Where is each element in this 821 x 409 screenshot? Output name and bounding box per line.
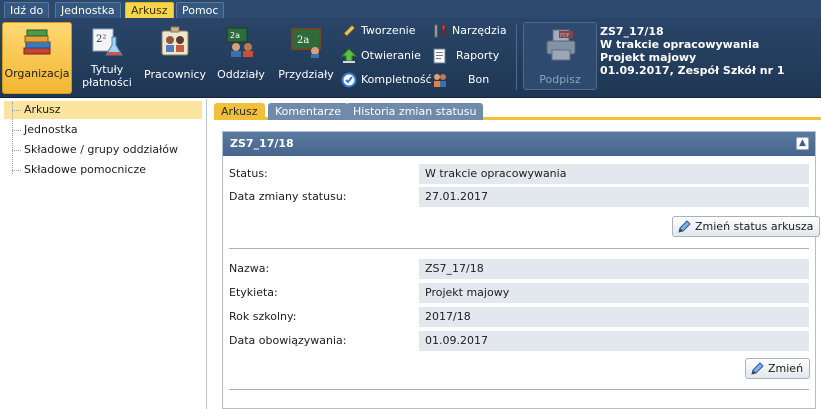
tab-historia-zmian-statusu[interactable]: Historia zmian statusu (346, 103, 484, 120)
ribbon-toolbar: Organizacja 2² Tytuły płatności Pracowni… (0, 18, 821, 98)
status-change-date-value: 27.01.2017 (419, 187, 809, 207)
pencil-icon (678, 220, 691, 233)
school-year-value: 2017/18 (419, 307, 809, 327)
svg-text:2a: 2a (230, 31, 240, 40)
change-button-label: Zmień (768, 362, 804, 375)
tag-label: Etykieta: (229, 286, 278, 299)
tree-connector (12, 102, 13, 174)
organizacja-button[interactable]: Organizacja (2, 22, 72, 94)
tree-connector (12, 150, 21, 151)
oddzialy-button[interactable]: 2a Oddziały (212, 22, 270, 94)
effective-date-label: Data obowiązywania: (229, 334, 347, 347)
tab-arkusz[interactable]: Arkusz (214, 103, 265, 120)
menu-tab-idz-do[interactable]: Idź do (4, 2, 50, 18)
otwieranie-button[interactable]: Otwieranie (341, 47, 425, 65)
status-label: Status: (229, 167, 268, 180)
svg-text:2²: 2² (96, 34, 106, 45)
pencil-icon (751, 362, 764, 375)
svg-text:PDF: PDF (560, 33, 570, 39)
svg-text:2a: 2a (297, 35, 309, 46)
doc-info-date-school: 01.09.2017, Zespół Szkół nr 1 (600, 64, 785, 77)
document-info: ZS7_17/18 W trakcie opracowywania Projek… (600, 25, 784, 77)
tree-item-skladowe-grupy-oddzialow[interactable]: Składowe / grupy oddziałów (4, 141, 202, 159)
collapse-icon[interactable]: ▲ (796, 137, 809, 150)
panel-header: ZS7_17/18 ▲ (223, 132, 815, 156)
pracownicy-button[interactable]: Pracownicy (144, 22, 206, 94)
tag-value: Projekt majowy (419, 283, 809, 303)
tree-item-arkusz[interactable]: Arkusz (4, 101, 202, 119)
tree-connector (12, 110, 21, 111)
change-sheet-status-button[interactable]: Zmień status arkusza (672, 216, 821, 237)
name-label: Nazwa: (229, 262, 270, 275)
change-button[interactable]: Zmień (745, 358, 811, 379)
ribbon-separator (516, 24, 517, 90)
menu-tab-jednostka[interactable]: Jednostka (55, 2, 121, 18)
doc-info-label: Projekt majowy (600, 51, 697, 64)
menu-tab-arkusz[interactable]: Arkusz (125, 2, 174, 18)
arkusz-panel: ZS7_17/18 ▲ Status: W trakcie opracowywa… (222, 131, 821, 409)
tree-connector (12, 130, 21, 131)
books-icon (23, 29, 51, 55)
otwieranie-label: Otwieranie (361, 49, 421, 62)
tree-item-jednostka[interactable]: Jednostka (4, 121, 202, 139)
bon-button[interactable]: Bon (432, 71, 512, 89)
school-year-label: Rok szkolny: (229, 310, 297, 323)
status-value: W trakcie opracowywania (419, 164, 809, 184)
pdf-printer-icon: PDF (546, 29, 576, 61)
kompletnosc-label: Kompletność (361, 73, 432, 86)
tytuly-platnosci-button[interactable]: 2² Tytuły płatności (78, 22, 136, 94)
doc-info-code: ZS7_17/18 (600, 25, 664, 38)
section-divider (229, 389, 809, 390)
staff-board-icon (161, 26, 189, 56)
oddzialy-label: Oddziały (217, 68, 265, 81)
top-menu-bar: Idź do Jednostka Arkusz Pomoc (0, 0, 821, 18)
organizacja-label: Organizacja (4, 67, 70, 80)
podpisz-label: Podpisz (539, 73, 581, 86)
bon-label: Bon (468, 73, 490, 86)
status-change-date-label: Data zmiany statusu: (229, 190, 347, 203)
menu-tab-pomoc[interactable]: Pomoc (176, 2, 225, 18)
podpisz-button[interactable]: PDF Podpisz (523, 22, 597, 90)
change-sheet-status-label: Zmień status arkusza (695, 220, 814, 233)
tree-connector (12, 170, 21, 171)
pencil-icon (342, 24, 356, 38)
content-tab-bar: Arkusz Komentarze Historia zmian statusu (214, 101, 821, 120)
doc-info-status: W trakcie opracowywania (600, 38, 760, 51)
pracownicy-label: Pracownicy (144, 68, 207, 81)
przydzialy-label: Przydziały (278, 68, 334, 81)
report-icon (433, 48, 446, 64)
kompletnosc-button[interactable]: Kompletność (341, 71, 432, 89)
tree-item-skladowe-pomocnicze[interactable]: Składowe pomocnicze (4, 161, 202, 179)
chalkboard-icon: 2a (291, 28, 321, 58)
people-icon (434, 74, 446, 87)
students-icon: 2a (226, 27, 253, 57)
tworzenie-label: Tworzenie (361, 24, 416, 37)
tools-icon (434, 24, 446, 38)
narzedzia-label: Narzędzia (452, 24, 507, 37)
raporty-button[interactable]: Raporty (432, 47, 512, 65)
narzedzia-button[interactable]: Narzędzia (432, 22, 512, 40)
przydzialy-button[interactable]: 2a Przydziały (276, 22, 336, 94)
tworzenie-button[interactable]: Tworzenie (341, 22, 425, 40)
effective-date-value: 01.09.2017 (419, 331, 809, 351)
formula-flask-icon: 2² (92, 28, 123, 56)
green-arrow-up-icon (341, 48, 357, 63)
raporty-label: Raporty (456, 49, 500, 62)
tytuly-platnosci-text: Tytuły płatności (82, 63, 132, 89)
tytuly-platnosci-label: Tytuły płatności (78, 63, 136, 89)
navigation-tree: Arkusz Jednostka Składowe / grupy oddzia… (0, 99, 207, 409)
tab-komentarze[interactable]: Komentarze (268, 103, 348, 120)
panel-title: ZS7_17/18 (230, 137, 294, 150)
name-value: ZS7_17/18 (419, 259, 809, 279)
check-circle-icon (341, 72, 357, 88)
section-divider (229, 248, 809, 249)
